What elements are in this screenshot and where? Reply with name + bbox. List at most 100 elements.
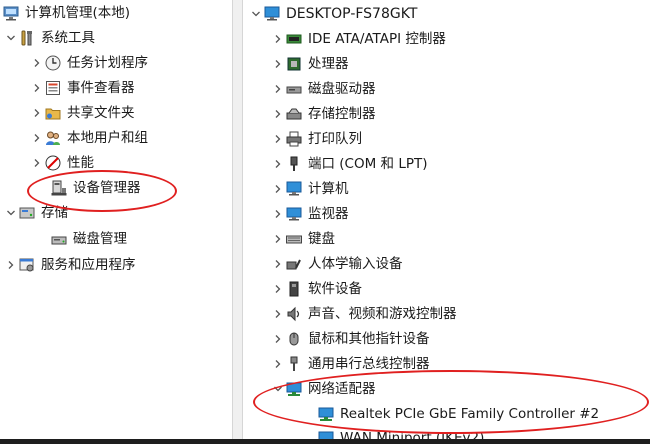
device-manager-icon bbox=[50, 179, 68, 197]
chevron-right-icon[interactable] bbox=[271, 357, 285, 371]
monitor-icon bbox=[285, 205, 303, 223]
storage-label: 存储 bbox=[41, 205, 68, 221]
shared-folders-label: 共享文件夹 bbox=[67, 105, 135, 121]
tree-item-device-manager[interactable]: 设备管理器 bbox=[50, 176, 141, 200]
category-processor[interactable]: 处理器 bbox=[271, 52, 349, 76]
chevron-down-icon[interactable] bbox=[4, 31, 18, 45]
chevron-right-icon[interactable] bbox=[271, 282, 285, 296]
chevron-right-icon[interactable] bbox=[271, 32, 285, 46]
services-icon bbox=[18, 256, 36, 274]
category-hid[interactable]: 人体学输入设备 bbox=[271, 252, 403, 276]
chevron-right-icon[interactable] bbox=[271, 257, 285, 271]
device-manager-label: 设备管理器 bbox=[73, 180, 141, 196]
chevron-right-icon[interactable] bbox=[271, 332, 285, 346]
chevron-right-icon[interactable] bbox=[30, 81, 44, 95]
device-label: Realtek PCIe GbE Family Controller #2 bbox=[340, 406, 600, 422]
chevron-right-icon[interactable] bbox=[271, 207, 285, 221]
shared-folder-icon bbox=[44, 104, 62, 122]
port-icon bbox=[285, 155, 303, 173]
pane-splitter[interactable] bbox=[233, 0, 243, 444]
tree-item-task-scheduler[interactable]: 任务计划程序 bbox=[30, 51, 148, 75]
event-viewer-label: 事件查看器 bbox=[67, 80, 135, 96]
tree-item-disk-management[interactable]: 磁盘管理 bbox=[50, 227, 127, 251]
printer-icon bbox=[285, 130, 303, 148]
network-adapter-icon bbox=[317, 405, 335, 423]
speaker-icon bbox=[285, 305, 303, 323]
chevron-right-icon[interactable] bbox=[271, 132, 285, 146]
tree-item-services-apps[interactable]: 服务和应用程序 bbox=[4, 253, 136, 277]
category-label: 存储控制器 bbox=[308, 106, 376, 122]
tree-root-label: 计算机管理(本地) bbox=[25, 5, 131, 21]
usb-icon bbox=[285, 355, 303, 373]
tree-item-performance[interactable]: 性能 bbox=[30, 151, 94, 175]
category-software-devices[interactable]: 软件设备 bbox=[271, 277, 362, 301]
hid-icon bbox=[285, 255, 303, 273]
category-label: 端口 (COM 和 LPT) bbox=[308, 156, 428, 172]
chevron-right-icon[interactable] bbox=[4, 258, 18, 272]
mouse-icon bbox=[285, 330, 303, 348]
category-label: 磁盘驱动器 bbox=[308, 81, 376, 97]
category-ide-controller[interactable]: IDE ATA/ATAPI 控制器 bbox=[271, 27, 446, 51]
processor-icon bbox=[285, 55, 303, 73]
task-scheduler-label: 任务计划程序 bbox=[67, 55, 148, 71]
chevron-right-icon[interactable] bbox=[271, 157, 285, 171]
chevron-right-icon[interactable] bbox=[30, 156, 44, 170]
chevron-right-icon[interactable] bbox=[30, 56, 44, 70]
category-keyboards[interactable]: 键盘 bbox=[271, 227, 335, 251]
tree-item-storage[interactable]: 存储 bbox=[4, 201, 68, 225]
computer-management-icon bbox=[2, 4, 20, 22]
taskbar-edge bbox=[0, 439, 650, 444]
category-label: 鼠标和其他指针设备 bbox=[308, 331, 430, 347]
category-label: 监视器 bbox=[308, 206, 349, 222]
storage-controller-icon bbox=[285, 105, 303, 123]
storage-icon bbox=[18, 204, 36, 222]
disk-icon bbox=[50, 230, 68, 248]
performance-icon bbox=[44, 154, 62, 172]
tree-root-computer-management[interactable]: 计算机管理(本地) bbox=[2, 1, 130, 25]
chevron-down-icon[interactable] bbox=[271, 382, 285, 396]
category-sound-video[interactable]: 声音、视频和游戏控制器 bbox=[271, 302, 457, 326]
category-storage-controllers[interactable]: 存储控制器 bbox=[271, 102, 376, 126]
disk-drive-icon bbox=[285, 80, 303, 98]
category-computer[interactable]: 计算机 bbox=[271, 177, 349, 201]
chevron-right-icon[interactable] bbox=[30, 106, 44, 120]
tree-item-local-users[interactable]: 本地用户和组 bbox=[30, 126, 148, 150]
category-ports[interactable]: 端口 (COM 和 LPT) bbox=[271, 152, 428, 176]
category-usb[interactable]: 通用串行总线控制器 bbox=[271, 352, 430, 376]
console-tree-pane: 计算机管理(本地) 系统工具 任务计划程序 事件查看器 共享文件夹 本地用户和组… bbox=[0, 0, 233, 444]
device-tree-root[interactable]: DESKTOP-FS78GKT bbox=[249, 2, 417, 26]
chevron-right-icon[interactable] bbox=[271, 182, 285, 196]
chevron-right-icon[interactable] bbox=[271, 307, 285, 321]
category-label: 处理器 bbox=[308, 56, 349, 72]
category-label: 打印队列 bbox=[308, 131, 362, 147]
category-network-adapters[interactable]: 网络适配器 bbox=[271, 377, 376, 401]
computer-name-label: DESKTOP-FS78GKT bbox=[286, 6, 418, 22]
category-label: 声音、视频和游戏控制器 bbox=[308, 306, 457, 322]
system-tools-label: 系统工具 bbox=[41, 30, 95, 46]
chevron-right-icon[interactable] bbox=[271, 107, 285, 121]
category-disk-drives[interactable]: 磁盘驱动器 bbox=[271, 77, 376, 101]
category-mice[interactable]: 鼠标和其他指针设备 bbox=[271, 327, 430, 351]
device-tree-pane: DESKTOP-FS78GKT IDE ATA/ATAPI 控制器 处理器 磁盘… bbox=[243, 0, 650, 444]
chevron-down-icon[interactable] bbox=[249, 7, 263, 21]
performance-label: 性能 bbox=[67, 155, 94, 171]
tree-item-system-tools[interactable]: 系统工具 bbox=[4, 26, 95, 50]
users-icon bbox=[44, 129, 62, 147]
category-monitors[interactable]: 监视器 bbox=[271, 202, 349, 226]
tree-item-shared-folders[interactable]: 共享文件夹 bbox=[30, 101, 135, 125]
chevron-right-icon[interactable] bbox=[271, 82, 285, 96]
computer-icon bbox=[263, 5, 281, 23]
chevron-down-icon[interactable] bbox=[4, 206, 18, 220]
tree-item-event-viewer[interactable]: 事件查看器 bbox=[30, 76, 135, 100]
category-print-queues[interactable]: 打印队列 bbox=[271, 127, 362, 151]
chevron-right-icon[interactable] bbox=[30, 131, 44, 145]
device-realtek-nic[interactable]: Realtek PCIe GbE Family Controller #2 bbox=[317, 402, 599, 426]
chevron-right-icon[interactable] bbox=[271, 57, 285, 71]
services-apps-label: 服务和应用程序 bbox=[41, 257, 136, 273]
category-label: 计算机 bbox=[308, 181, 349, 197]
chevron-right-icon[interactable] bbox=[271, 232, 285, 246]
category-label: IDE ATA/ATAPI 控制器 bbox=[308, 31, 446, 47]
disk-management-label: 磁盘管理 bbox=[73, 231, 127, 247]
category-label: 人体学输入设备 bbox=[308, 256, 403, 272]
computer-icon bbox=[285, 180, 303, 198]
